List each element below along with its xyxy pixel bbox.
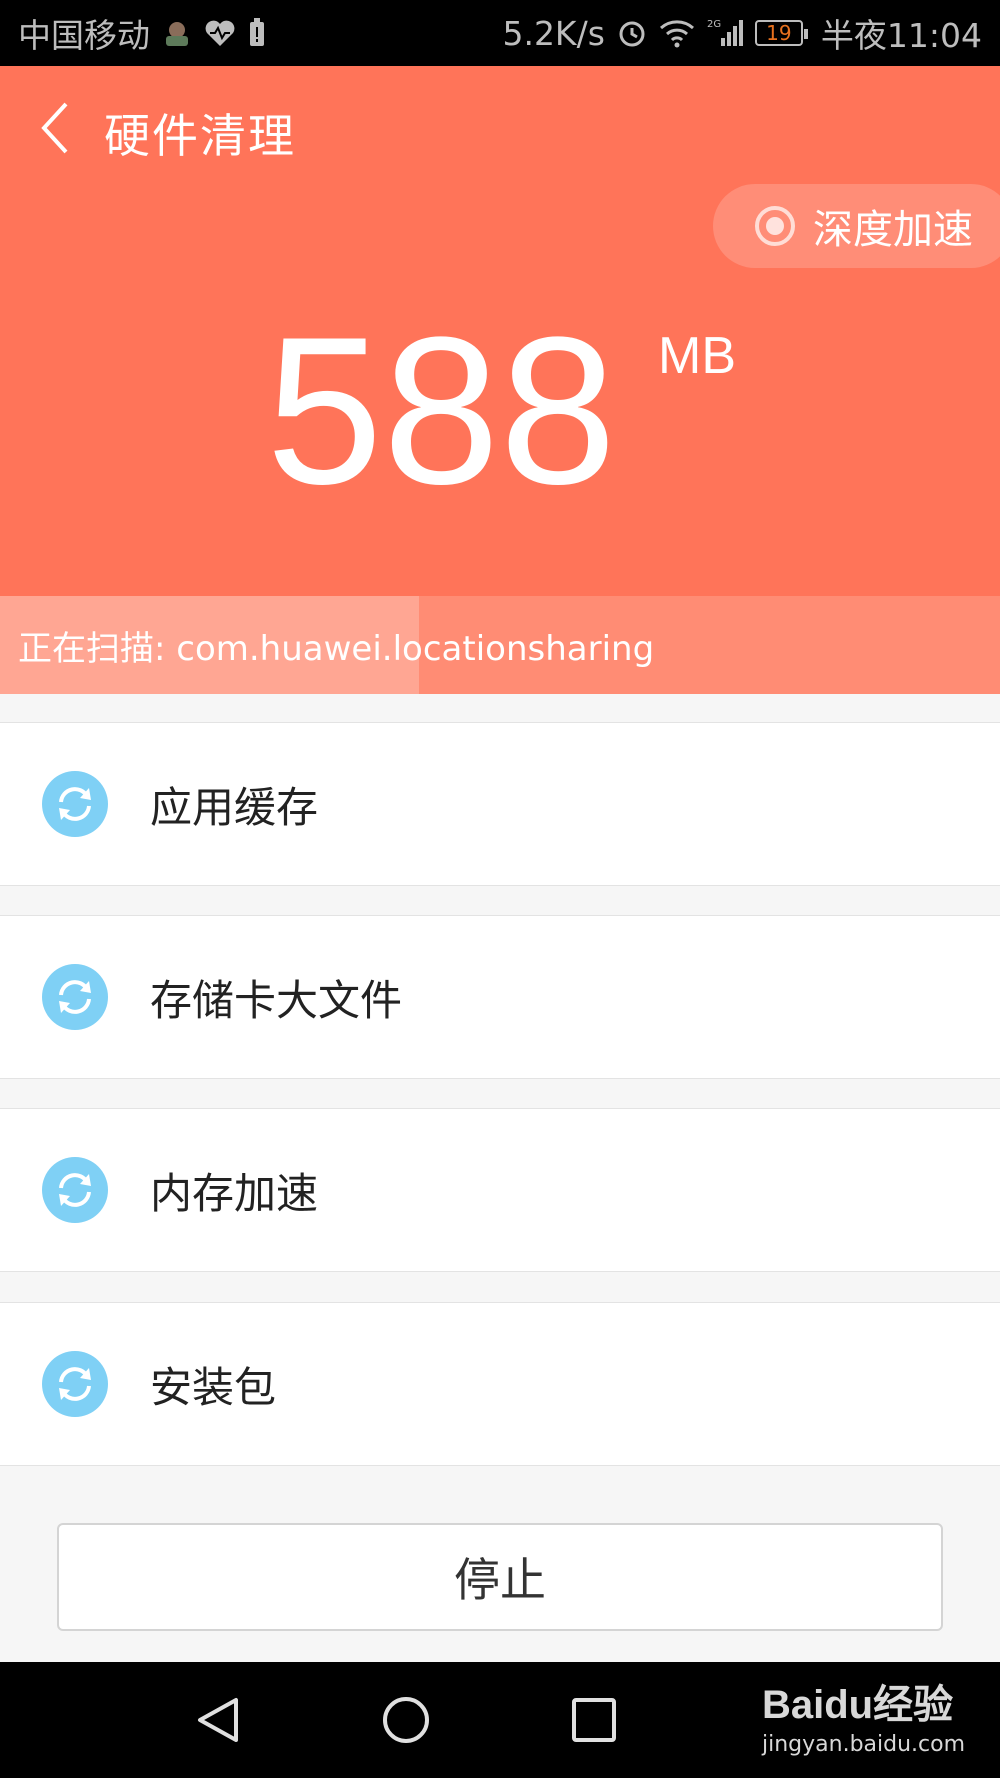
baidu-watermark: Baidu经验 jingyan.baidu.com <box>762 1672 965 1757</box>
deep-boost-button[interactable]: 深度加速 <box>713 184 1000 268</box>
triangle-back-icon <box>198 1698 238 1742</box>
deep-boost-label: 深度加速 <box>813 207 973 253</box>
notification-app-icon <box>162 18 192 48</box>
refresh-icon <box>42 771 108 837</box>
stop-button[interactable]: 停止 <box>57 1523 943 1631</box>
nav-home-button[interactable] <box>378 1692 434 1748</box>
list-item-sd-large-files[interactable]: 存储卡大文件 <box>0 915 1000 1079</box>
list-item-label: 应用缓存 <box>150 782 319 832</box>
health-heart-icon <box>204 18 236 48</box>
carrier-label: 中国移动 <box>18 16 150 55</box>
net-speed: 5.2K/s <box>502 13 605 53</box>
clock: 半夜11:04 <box>820 16 982 55</box>
wifi-icon <box>659 18 695 48</box>
list-item-label: 存储卡大文件 <box>150 975 403 1025</box>
junk-size-value: 588 <box>266 293 617 528</box>
watermark-sub: jingyan.baidu.com <box>762 1732 966 1757</box>
refresh-icon <box>42 1157 108 1223</box>
list-item-install-packages[interactable]: 安装包 <box>0 1302 1000 1466</box>
back-button[interactable] <box>38 96 88 160</box>
cleanup-header: 硬件清理 深度加速 588 MB <box>0 66 1000 596</box>
nav-back-button[interactable] <box>190 1692 246 1748</box>
signal-icon: 2G <box>707 18 743 48</box>
list-item-label: 安装包 <box>150 1362 277 1412</box>
circle-home-icon <box>383 1697 429 1743</box>
list-item-memory-boost[interactable]: 内存加速 <box>0 1108 1000 1272</box>
watermark-main: Baidu经验 <box>762 1683 954 1727</box>
chevron-left-icon <box>41 102 68 154</box>
radio-dot-icon <box>755 206 795 246</box>
junk-size-unit: MB <box>658 327 736 385</box>
alarm-icon <box>617 18 647 48</box>
list-item-app-cache[interactable]: 应用缓存 <box>0 722 1000 886</box>
refresh-icon <box>42 964 108 1030</box>
status-bar-left: 中国移动 <box>18 9 266 57</box>
page-title: 硬件清理 <box>104 109 296 163</box>
status-bar-right: 5.2K/s 2G 19 半夜11:04 <box>502 9 982 57</box>
scan-status-text: 正在扫描: com.huawei.locationsharing <box>18 628 655 669</box>
battery-indicator: 19 <box>754 20 808 46</box>
alert-battery-icon <box>248 18 266 48</box>
list-item-label: 内存加速 <box>150 1168 319 1218</box>
navigation-bar: Baidu经验 jingyan.baidu.com <box>0 1662 1000 1778</box>
nav-recents-button[interactable] <box>566 1692 622 1748</box>
status-bar: 中国移动 5.2K/s 2G 19 半夜11:04 <box>0 0 1000 66</box>
refresh-icon <box>42 1351 108 1417</box>
scan-progress-bar: 正在扫描: com.huawei.locationsharing <box>0 596 1000 694</box>
network-type: 2G <box>707 19 721 30</box>
square-recents-icon <box>572 1698 616 1742</box>
